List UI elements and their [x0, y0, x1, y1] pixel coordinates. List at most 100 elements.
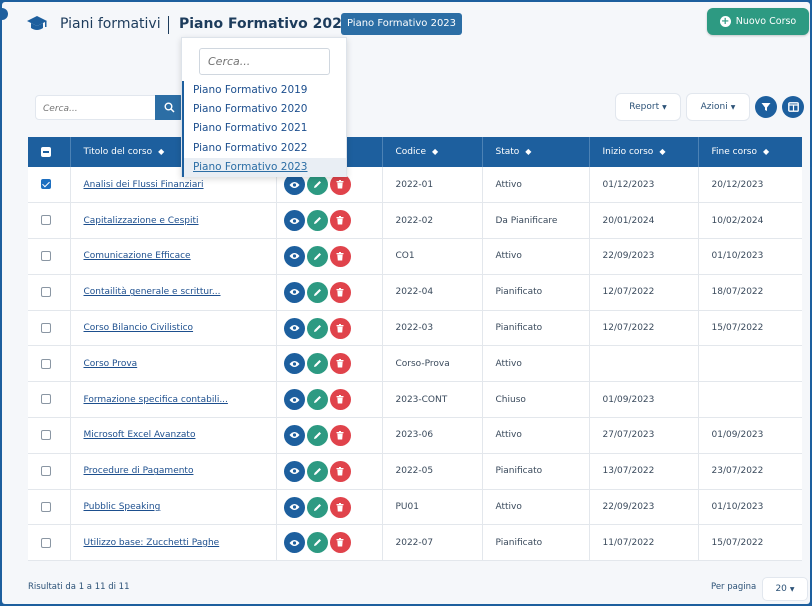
course-start-cell: 27/07/2023 — [589, 417, 699, 454]
actions-button[interactable]: Azioni ▼ — [686, 93, 750, 121]
course-title-link[interactable]: Capitalizzazione e Cespiti — [84, 216, 199, 226]
col-status-header[interactable]: Stato ◆ — [482, 137, 590, 167]
plan-options-list: Piano Formativo 2019 Piano Formativo 202… — [182, 81, 346, 177]
delete-button[interactable] — [329, 496, 351, 518]
eye-icon — [289, 360, 299, 367]
course-title-link[interactable]: Analisi dei Flussi Finanziari — [84, 180, 204, 190]
delete-button[interactable] — [329, 389, 351, 411]
delete-button[interactable] — [329, 353, 351, 375]
pencil-icon — [313, 539, 321, 547]
delete-button[interactable] — [329, 245, 351, 267]
plan-option[interactable]: Piano Formativo 2021 — [184, 119, 346, 138]
table-row: Capitalizzazione e Cespiti 2022-02 Da Pian… — [28, 202, 802, 240]
edit-button[interactable] — [306, 317, 328, 339]
view-button[interactable] — [283, 496, 305, 518]
delete-button[interactable] — [329, 281, 351, 303]
edit-button[interactable] — [306, 245, 328, 267]
dropdown-search-input[interactable] — [199, 48, 330, 75]
edit-button[interactable] — [306, 532, 328, 554]
row-actions-cell — [276, 524, 383, 562]
delete-button[interactable] — [329, 424, 351, 446]
plan-option-selected[interactable]: Piano Formativo 2023 — [184, 157, 346, 177]
col-end-header[interactable]: Fine corso ◆ — [698, 137, 802, 167]
view-button[interactable] — [283, 424, 305, 446]
edit-button[interactable] — [306, 460, 328, 482]
pencil-icon — [313, 288, 321, 296]
course-title-link[interactable]: Utilizzo base: Zucchetti Paghe — [84, 538, 220, 548]
course-title-cell: Utilizzo base: Zucchetti Paghe — [70, 524, 277, 562]
per-page-select[interactable]: 20 ▼ — [762, 577, 808, 601]
eye-icon — [289, 181, 299, 188]
delete-button[interactable] — [329, 317, 351, 339]
row-select-cell — [28, 453, 71, 490]
course-title-link[interactable]: Contailità generale e scrittur... — [84, 287, 221, 297]
row-checkbox[interactable] — [41, 501, 51, 512]
row-checkbox[interactable] — [41, 430, 51, 441]
report-label: Report — [629, 102, 660, 112]
plan-badge: Piano Formativo 2023 — [341, 13, 463, 35]
row-checkbox[interactable] — [41, 537, 51, 548]
view-button[interactable] — [283, 460, 305, 482]
report-button[interactable]: Report ▼ — [615, 93, 681, 121]
search-input[interactable] — [36, 97, 154, 121]
plan-option[interactable]: Piano Formativo 2022 — [184, 139, 346, 158]
row-checkbox[interactable] — [41, 179, 51, 190]
view-button[interactable] — [283, 532, 305, 554]
view-button[interactable] — [283, 317, 305, 339]
window-corner-dot — [2, 8, 8, 20]
select-all-header[interactable] — [28, 137, 71, 167]
pencil-icon — [313, 324, 321, 332]
row-checkbox[interactable] — [41, 322, 51, 333]
view-button[interactable] — [283, 174, 305, 196]
select-all-checkbox[interactable] — [41, 146, 51, 157]
row-checkbox[interactable] — [41, 394, 51, 405]
filter-button[interactable] — [755, 96, 777, 118]
delete-button[interactable] — [329, 174, 351, 196]
edit-button[interactable] — [306, 281, 328, 303]
row-checkbox[interactable] — [41, 466, 51, 477]
edit-button[interactable] — [306, 353, 328, 375]
view-button[interactable] — [283, 245, 305, 267]
course-title-cell: Pubblic Speaking — [70, 489, 277, 526]
edit-button[interactable] — [306, 424, 328, 446]
plan-option[interactable]: Piano Formativo 2020 — [184, 100, 346, 119]
search-button[interactable] — [155, 95, 184, 120]
columns-icon — [787, 102, 799, 112]
edit-button[interactable] — [306, 210, 328, 232]
course-title-link[interactable]: Corso Prova — [84, 359, 138, 369]
delete-button[interactable] — [329, 210, 351, 232]
course-status-cell: Attivo — [482, 489, 590, 526]
course-title-cell: Contailità generale e scrittur... — [70, 274, 277, 311]
row-checkbox[interactable] — [41, 215, 51, 226]
course-title-link[interactable]: Comunicazione Efficace — [84, 251, 191, 261]
edit-button[interactable] — [306, 496, 328, 518]
view-button[interactable] — [283, 210, 305, 232]
trash-icon — [336, 216, 344, 225]
new-course-button[interactable]: + Nuovo Corso — [707, 8, 809, 35]
view-button[interactable] — [283, 389, 305, 411]
row-checkbox[interactable] — [41, 251, 51, 262]
course-status-cell: Pianificato — [482, 310, 590, 347]
course-start-cell: 12/07/2022 — [589, 310, 699, 347]
delete-button[interactable] — [329, 460, 351, 482]
course-title-link[interactable]: Procedure di Pagamento — [84, 466, 194, 476]
course-title-link[interactable]: Pubblic Speaking — [84, 502, 161, 512]
col-code-header[interactable]: Codice ◆ — [382, 137, 483, 167]
col-start-header[interactable]: Inizio corso ◆ — [589, 137, 699, 167]
plan-selector[interactable]: Piano Formativo 2023 — [179, 16, 366, 32]
course-title-link[interactable]: Formazione specifica contabili... — [84, 395, 228, 405]
row-checkbox[interactable] — [41, 287, 51, 298]
course-status-cell: Pianificato — [482, 453, 590, 490]
columns-button[interactable] — [782, 96, 804, 118]
course-title-link[interactable]: Corso Bilancio Civilistico — [84, 323, 194, 333]
view-button[interactable] — [283, 281, 305, 303]
plan-option[interactable]: Piano Formativo 2019 — [184, 81, 346, 100]
delete-button[interactable] — [329, 532, 351, 554]
edit-button[interactable] — [306, 174, 328, 196]
view-button[interactable] — [283, 353, 305, 375]
course-title-link[interactable]: Microsoft Excel Avanzato — [84, 430, 196, 440]
pencil-icon — [313, 252, 321, 260]
edit-button[interactable] — [306, 389, 328, 411]
row-checkbox[interactable] — [41, 358, 51, 369]
eye-icon — [289, 325, 299, 332]
